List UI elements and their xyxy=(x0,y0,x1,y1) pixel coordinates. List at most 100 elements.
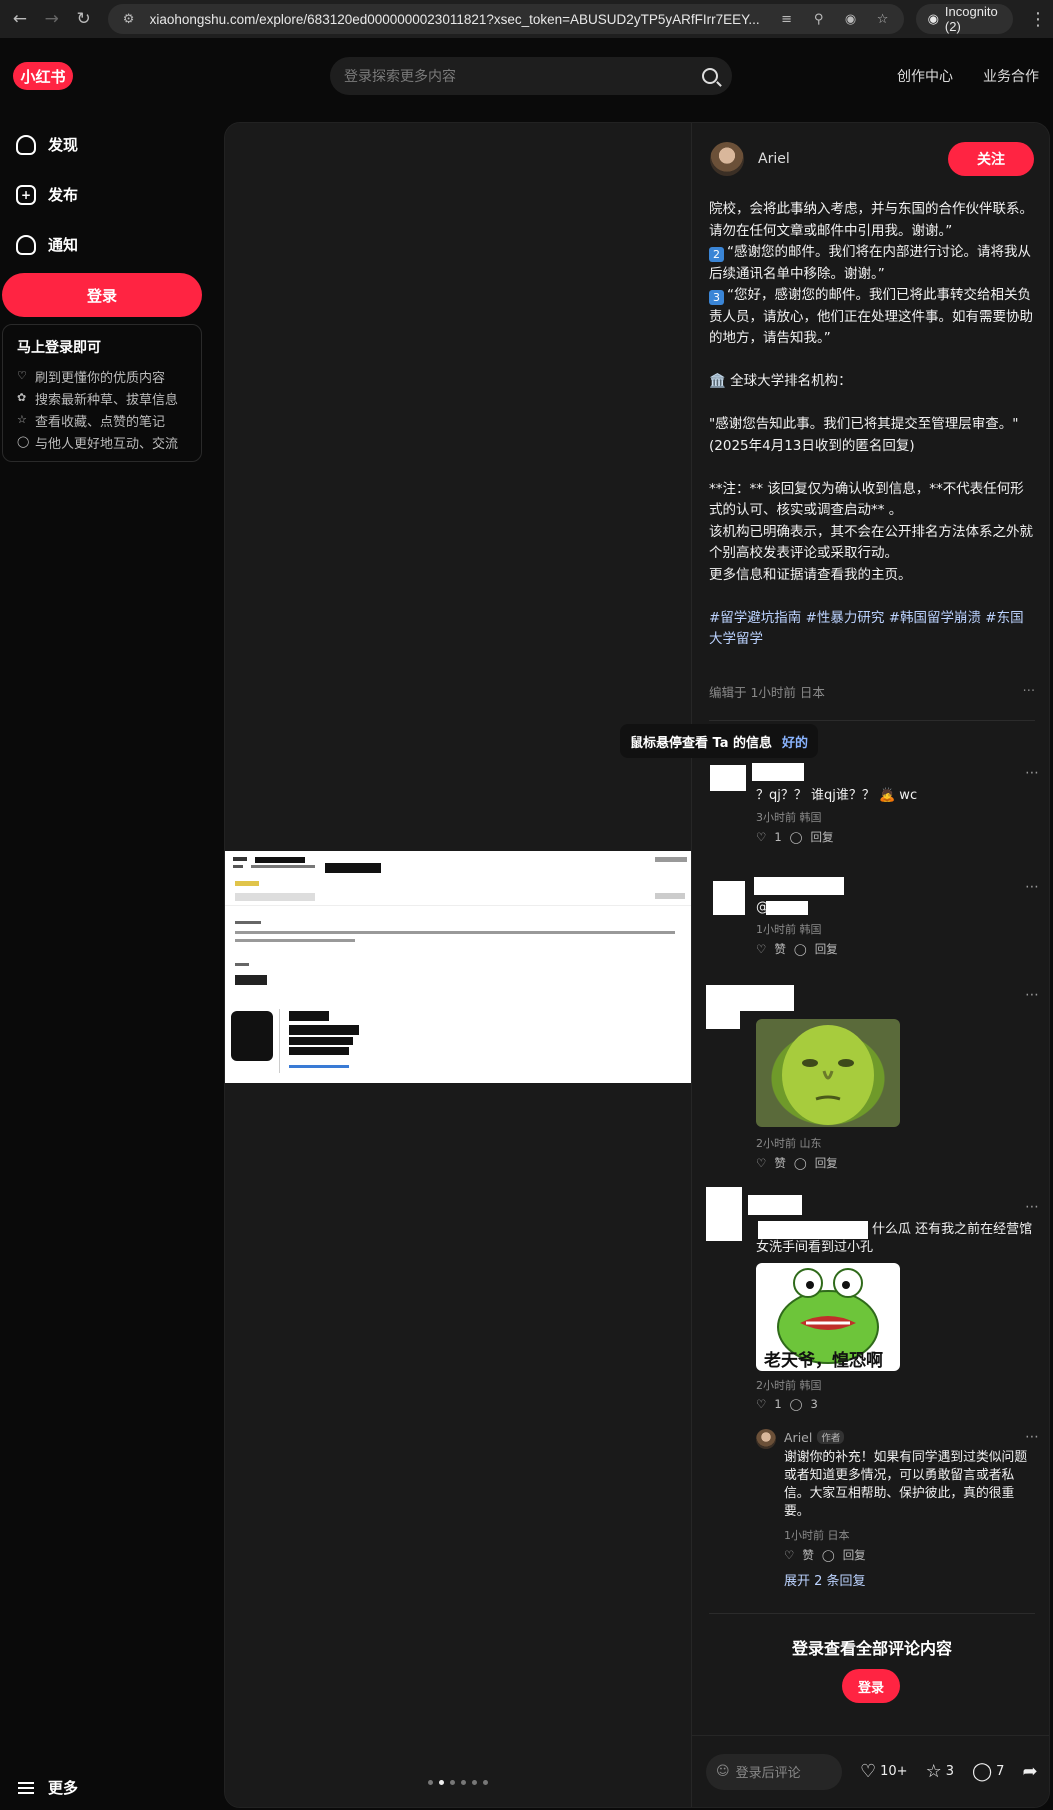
more-options-icon[interactable]: ⋯ xyxy=(1023,682,1036,701)
sidebar-login-button[interactable]: 登录 xyxy=(2,273,202,317)
site-info-icon[interactable]: ⚙ xyxy=(118,12,140,27)
comment-more-icon[interactable]: ⋯ xyxy=(1025,987,1039,1003)
back-arrow-icon[interactable]: ← xyxy=(6,4,34,34)
like-count[interactable]: 1 xyxy=(774,1397,781,1411)
business-link[interactable]: 业务合作 xyxy=(983,66,1039,86)
zoom-icon[interactable]: ⚲ xyxy=(808,12,830,27)
reply-icon[interactable]: ◯ xyxy=(794,942,807,956)
reply-button[interactable]: 回复 xyxy=(843,1547,866,1563)
tooltip-text: 鼠标悬停查看 Ta 的信息 xyxy=(630,735,773,751)
body-line: 🏛️ 全球大学排名机构： xyxy=(709,373,852,389)
sidebar-more[interactable]: 更多 xyxy=(18,1777,78,1798)
edited-info: 编辑于 1小时前 日本 ⋯ xyxy=(709,682,1035,701)
hamburger-icon xyxy=(18,1781,34,1794)
url-text[interactable]: xiaohongshu.com/explore/683120ed00000000… xyxy=(150,12,766,27)
reload-icon[interactable]: ↻ xyxy=(70,4,98,34)
search-input[interactable]: 登录探索更多内容 xyxy=(330,57,732,95)
reply-author-avatar[interactable] xyxy=(756,1429,776,1449)
body-line: (2025年4月13日收到的匿名回复) xyxy=(709,437,915,454)
thumb-up-icon: ♡ xyxy=(17,369,27,382)
reply-author: Ariel 作者 xyxy=(784,1430,845,1445)
comment-more-icon[interactable]: ⋯ xyxy=(1025,1199,1039,1215)
frog-sticker[interactable]: 老天爷，惶恐啊 xyxy=(756,1263,900,1371)
sidebar-item-label: 通知 xyxy=(48,236,79,254)
like-icon[interactable]: ♡ xyxy=(784,1548,794,1562)
sidebar-item-publish[interactable]: + 发布 xyxy=(16,184,78,205)
lime-face-sticker[interactable] xyxy=(756,1019,900,1127)
reply-button[interactable]: 回复 xyxy=(815,1155,838,1171)
like-icon[interactable]: ♡ xyxy=(756,1397,766,1411)
heart-icon[interactable]: ♡ xyxy=(860,1761,876,1782)
reply-text: 谢谢你的补充！如果有同学遇到过类似问题或者知道更多情况，可以勇敢留言或者私信。大… xyxy=(784,1450,1028,1519)
star-icon[interactable]: ☆ xyxy=(872,12,894,27)
author-bar: Ariel 关注 xyxy=(692,123,1049,195)
pager-dot[interactable] xyxy=(472,1780,477,1785)
follow-button[interactable]: 关注 xyxy=(948,142,1034,176)
forward-arrow-icon[interactable]: → xyxy=(38,4,66,34)
logo[interactable]: 小红书 xyxy=(13,62,73,90)
translate-icon[interactable]: ≡ xyxy=(776,12,798,27)
incognito-badge[interactable]: ◉ Incognito (2) xyxy=(915,4,1013,34)
reply-more-icon[interactable]: ⋯ xyxy=(1025,1429,1039,1445)
author-avatar[interactable] xyxy=(710,142,744,176)
reply-icon[interactable]: ◯ xyxy=(790,1397,803,1411)
comment-more-icon[interactable]: ⋯ xyxy=(1025,765,1039,781)
author-name[interactable]: Ariel xyxy=(758,151,948,167)
browser-menu-icon[interactable]: ⋮ xyxy=(1029,9,1047,30)
comment-icon[interactable]: ◯ xyxy=(972,1761,992,1782)
image-pager[interactable] xyxy=(428,1780,488,1785)
comment-more-icon[interactable]: ⋯ xyxy=(1025,879,1039,895)
collect-stat[interactable]: ☆ 3 xyxy=(926,1761,954,1782)
sprout-icon: ✿ xyxy=(17,391,27,404)
search-placeholder: 登录探索更多内容 xyxy=(344,69,456,85)
like-stat[interactable]: ♡ 10+ xyxy=(860,1761,908,1782)
pager-dot-active[interactable] xyxy=(439,1780,444,1785)
search-icon[interactable] xyxy=(702,68,718,84)
reply-count[interactable]: 3 xyxy=(811,1397,818,1411)
redacted-username xyxy=(740,985,794,1011)
comment-input[interactable]: ☺ 登录后评论 xyxy=(706,1753,842,1790)
like-count[interactable]: 1 xyxy=(774,830,781,844)
pager-dot[interactable] xyxy=(483,1780,488,1785)
expand-replies-link[interactable]: 展开 2 条回复 xyxy=(784,1573,866,1591)
tooltip-ok-button[interactable]: 好的 xyxy=(782,732,808,751)
browser-toolbar: ← → ↻ ⚙ xiaohongshu.com/explore/683120ed… xyxy=(0,0,1053,38)
reply-author-name[interactable]: Ariel xyxy=(784,1430,812,1445)
like-label[interactable]: 赞 xyxy=(774,1155,786,1171)
comment-text: ？qj？？ 谁qj谁？？ 🙇 wc xyxy=(756,788,918,803)
eye-off-icon[interactable]: ◉ xyxy=(840,12,862,27)
site-header: 小红书 登录探索更多内容 创作中心 业务合作 xyxy=(0,38,1053,114)
body-line: "感谢您告知此事。我们已将其提交至管理层审查。" xyxy=(709,416,1019,432)
email-screenshot-drawing xyxy=(225,851,691,1083)
login-card-item: ◯ 与他人更好地互动、交流 xyxy=(17,431,187,453)
sidebar-item-discover[interactable]: 发现 xyxy=(16,134,78,155)
like-label[interactable]: 赞 xyxy=(774,941,786,957)
creator-center-link[interactable]: 创作中心 xyxy=(897,66,953,86)
pager-dot[interactable] xyxy=(461,1780,466,1785)
like-icon[interactable]: ♡ xyxy=(756,942,766,956)
like-label[interactable]: 赞 xyxy=(802,1547,814,1563)
sidebar-item-notifications[interactable]: 通知 xyxy=(16,234,78,255)
address-bar[interactable]: ⚙ xiaohongshu.com/explore/683120ed000000… xyxy=(107,4,904,34)
reply-icon[interactable]: ◯ xyxy=(790,830,803,844)
pager-dot[interactable] xyxy=(450,1780,455,1785)
note-media[interactable] xyxy=(225,123,691,1807)
reply-icon[interactable]: ◯ xyxy=(794,1156,807,1170)
login-card-title: 马上登录即可 xyxy=(17,340,101,356)
reply-icon[interactable]: ◯ xyxy=(822,1548,835,1562)
reply-button[interactable]: 回复 xyxy=(815,941,838,957)
share-icon[interactable]: ➦ xyxy=(1022,1761,1037,1782)
share-stat[interactable]: ➦ xyxy=(1022,1761,1037,1782)
comments-login-button[interactable]: 登录 xyxy=(842,1669,900,1703)
like-icon[interactable]: ♡ xyxy=(756,1156,766,1170)
note-body: 院校，会将此事纳入考虑，并与东国的合作伙伴联系。请勿在任何文章或邮件中引用我。谢… xyxy=(709,199,1035,651)
comment-stat[interactable]: ◯ 7 xyxy=(972,1761,1004,1782)
reply-button[interactable]: 回复 xyxy=(811,829,834,845)
star-icon[interactable]: ☆ xyxy=(926,1761,942,1782)
like-icon[interactable]: ♡ xyxy=(756,830,766,844)
home-icon xyxy=(16,134,36,155)
redacted-mention xyxy=(766,901,808,915)
pager-dot[interactable] xyxy=(428,1780,433,1785)
hashtags[interactable]: #留学避坑指南 #性暴力研究 #韩国留学崩溃 #东国大学留学 xyxy=(709,608,1035,651)
body-line xyxy=(709,457,1035,479)
